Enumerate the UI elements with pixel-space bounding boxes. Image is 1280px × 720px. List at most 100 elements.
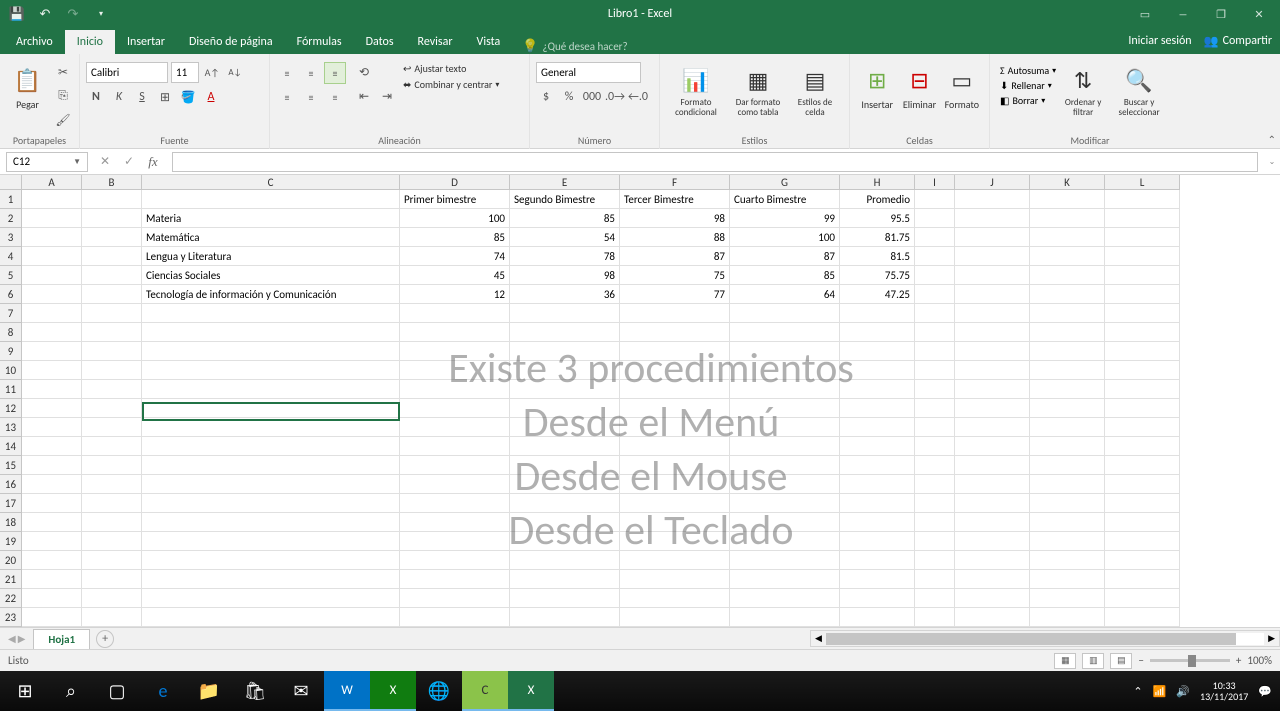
tab-view[interactable]: Vista (465, 30, 513, 54)
cell[interactable] (22, 551, 82, 570)
cell[interactable] (1105, 266, 1180, 285)
cell[interactable]: Materia (142, 209, 400, 228)
cell-styles-button[interactable]: ▤Estilos de celda (790, 62, 840, 120)
clear-button[interactable]: ◧Borrar▾ (1000, 94, 1056, 107)
cell[interactable] (1105, 285, 1180, 304)
redo-icon[interactable]: ↷ (64, 5, 82, 23)
cell[interactable] (142, 608, 400, 627)
tab-data[interactable]: Datos (354, 30, 406, 54)
cell[interactable] (1030, 437, 1105, 456)
fill-button[interactable]: ⬇Rellenar▾ (1000, 79, 1056, 92)
cell[interactable] (840, 570, 915, 589)
cell[interactable] (1105, 228, 1180, 247)
cell[interactable]: 78 (510, 247, 620, 266)
cell[interactable] (1105, 551, 1180, 570)
cell[interactable] (955, 190, 1030, 209)
cell[interactable] (400, 589, 510, 608)
cell[interactable] (1030, 475, 1105, 494)
scroll-left-icon[interactable]: ◀ (811, 633, 826, 644)
cell[interactable]: 95.5 (840, 209, 915, 228)
cell[interactable] (1030, 513, 1105, 532)
align-top-center-icon[interactable]: ≡ (300, 62, 322, 84)
row-header-2[interactable]: 2 (0, 209, 22, 228)
insert-cells-button[interactable]: ⊞Insertar (856, 62, 898, 113)
column-header-I[interactable]: I (915, 175, 955, 190)
cell[interactable] (400, 437, 510, 456)
align-top-left-icon[interactable]: ≡ (276, 62, 298, 84)
cell[interactable] (620, 570, 730, 589)
cell[interactable] (915, 342, 955, 361)
cell[interactable]: 45 (400, 266, 510, 285)
system-clock[interactable]: 10:33 13/11/2017 (1200, 680, 1248, 702)
sign-in-link[interactable]: Iniciar sesión (1128, 34, 1191, 48)
cell[interactable] (1030, 551, 1105, 570)
cell[interactable] (22, 456, 82, 475)
wrap-text-button[interactable]: ↩Ajustar texto (403, 62, 499, 75)
row-header-12[interactable]: 12 (0, 399, 22, 418)
cell[interactable] (915, 589, 955, 608)
cell[interactable] (22, 380, 82, 399)
cell[interactable] (82, 513, 142, 532)
sheet-nav-next-icon[interactable]: ▶ (18, 632, 26, 645)
cell[interactable] (730, 323, 840, 342)
insert-function-icon[interactable]: fx (142, 151, 164, 173)
cell[interactable] (1105, 513, 1180, 532)
volume-icon[interactable]: 🔊 (1176, 685, 1190, 698)
cell[interactable] (955, 589, 1030, 608)
search-icon[interactable]: ⌕ (48, 671, 94, 711)
cell[interactable] (955, 342, 1030, 361)
cell[interactable] (1030, 228, 1105, 247)
cell[interactable] (82, 304, 142, 323)
find-select-button[interactable]: 🔍Buscar y seleccionar (1110, 62, 1168, 120)
cell[interactable] (510, 323, 620, 342)
cell[interactable] (400, 570, 510, 589)
minimize-icon[interactable]: ― (1168, 4, 1198, 24)
cell[interactable] (1105, 323, 1180, 342)
cell[interactable] (1105, 361, 1180, 380)
cell[interactable] (915, 475, 955, 494)
cell[interactable] (22, 608, 82, 627)
action-center-icon[interactable]: 💬 (1258, 685, 1272, 698)
cell[interactable]: 81.5 (840, 247, 915, 266)
cell[interactable] (82, 266, 142, 285)
row-header-22[interactable]: 22 (0, 589, 22, 608)
cell[interactable] (510, 608, 620, 627)
align-top-right-icon[interactable]: ≡ (324, 62, 346, 84)
normal-view-icon[interactable]: ▦ (1054, 653, 1076, 669)
share-button[interactable]: 👥 Compartir (1204, 34, 1272, 49)
row-header-8[interactable]: 8 (0, 323, 22, 342)
cell[interactable] (22, 513, 82, 532)
cell[interactable] (1105, 380, 1180, 399)
cell[interactable]: 81.75 (840, 228, 915, 247)
cell[interactable] (840, 513, 915, 532)
cell[interactable] (22, 399, 82, 418)
cell[interactable] (82, 285, 142, 304)
cell[interactable] (730, 589, 840, 608)
tell-me-search[interactable]: 💡 ¿Qué desea hacer? (522, 39, 627, 54)
cell[interactable] (82, 361, 142, 380)
font-color-icon[interactable]: A (201, 87, 221, 107)
cell[interactable] (22, 285, 82, 304)
cell[interactable] (142, 304, 400, 323)
cell[interactable] (915, 247, 955, 266)
fill-color-icon[interactable]: 🪣 (178, 87, 198, 107)
cell[interactable] (142, 551, 400, 570)
cell[interactable] (1105, 247, 1180, 266)
cell[interactable] (142, 190, 400, 209)
cell[interactable] (955, 551, 1030, 570)
cell[interactable] (142, 475, 400, 494)
decrease-font-icon[interactable]: A↓ (225, 63, 245, 83)
enter-formula-icon[interactable]: ✓ (118, 151, 140, 173)
cell[interactable]: 99 (730, 209, 840, 228)
column-header-D[interactable]: D (400, 175, 510, 190)
sheet-tab-hoja1[interactable]: Hoja1 (33, 629, 90, 649)
app-icon-1[interactable]: W (324, 671, 370, 711)
row-header-10[interactable]: 10 (0, 361, 22, 380)
cell[interactable] (915, 190, 955, 209)
column-header-C[interactable]: C (142, 175, 400, 190)
cell[interactable] (955, 361, 1030, 380)
column-header-H[interactable]: H (840, 175, 915, 190)
row-header-1[interactable]: 1 (0, 190, 22, 209)
tab-file[interactable]: Archivo (4, 30, 65, 54)
row-header-5[interactable]: 5 (0, 266, 22, 285)
